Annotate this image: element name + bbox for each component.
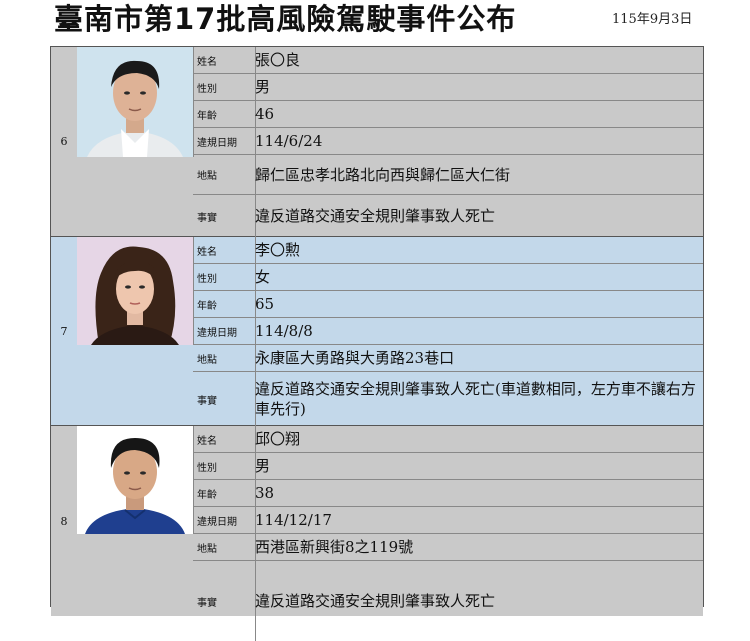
violation-facts: 違反道路交通安全規則肇事致人死亡(車道數相同，左方車不讓右方車先行) — [255, 380, 696, 418]
field-label: 年齡 — [193, 291, 256, 317]
field-location: 地點 歸仁區忠孝北路北向西與歸仁區大仁街 — [193, 155, 703, 195]
record-row: 8 姓名 邱〇翔 性別 男 年齡 38 違規日期 114/12/17 地點 西港… — [51, 426, 703, 641]
field-label: 性別 — [193, 264, 256, 290]
record-row: 7 姓名 李〇勲 性別 女 年齡 65 違規日期 114/8/8 地點 永康區大… — [51, 237, 703, 426]
incident-table: 6 姓名 張〇良 性別 男 年齡 46 違規日期 114/6/24 地點 歸仁區… — [50, 46, 704, 641]
field-gender: 性別 女 — [193, 264, 703, 291]
violation-date: 114/12/17 — [255, 511, 332, 529]
field-label: 年齡 — [193, 480, 256, 506]
driver-gender: 男 — [255, 457, 271, 475]
field-age: 年齡 38 — [193, 480, 703, 507]
field-label: 姓名 — [193, 237, 256, 263]
field-facts: 事實 違反道路交通安全規則肇事致人死亡 — [193, 561, 703, 641]
field-facts: 事實 違反道路交通安全規則肇事致人死亡 — [193, 195, 703, 237]
field-label: 事實 — [193, 561, 256, 641]
field-name: 姓名 李〇勲 — [193, 237, 703, 264]
field-date: 違規日期 114/8/8 — [193, 318, 703, 345]
violation-location: 永康區大勇路與大勇路23巷口 — [255, 349, 455, 367]
field-label: 姓名 — [193, 47, 256, 73]
field-name: 姓名 張〇良 — [193, 47, 703, 74]
field-gender: 性別 男 — [193, 453, 703, 480]
record-number: 6 — [60, 135, 68, 148]
publish-date: 115年9月3日 — [612, 12, 693, 27]
field-location: 地點 永康區大勇路與大勇路23巷口 — [193, 345, 703, 372]
violation-date: 114/8/8 — [255, 322, 313, 340]
violation-date: 114/6/24 — [255, 132, 323, 150]
driver-photo — [77, 426, 194, 534]
violation-location: 西港區新興街8之119號 — [255, 538, 414, 556]
driver-photo — [77, 237, 194, 345]
driver-age: 46 — [255, 105, 275, 123]
driver-name: 張〇良 — [255, 51, 301, 69]
field-location: 地點 西港區新興街8之119號 — [193, 534, 703, 561]
violation-facts: 違反道路交通安全規則肇事致人死亡 — [255, 592, 496, 610]
record-row: 6 姓名 張〇良 性別 男 年齡 46 違規日期 114/6/24 地點 歸仁區… — [51, 47, 703, 237]
field-label: 年齡 — [193, 101, 256, 127]
violation-location: 歸仁區忠孝北路北向西與歸仁區大仁街 — [255, 165, 511, 184]
field-age: 年齡 46 — [193, 101, 703, 128]
field-label: 性別 — [193, 453, 256, 479]
driver-age: 65 — [255, 295, 275, 313]
field-facts: 事實 違反道路交通安全規則肇事致人死亡(車道數相同，左方車不讓右方車先行) — [193, 372, 703, 426]
field-label: 違規日期 — [193, 507, 256, 533]
violation-facts: 違反道路交通安全規則肇事致人死亡 — [255, 207, 496, 225]
field-label: 地點 — [193, 155, 256, 194]
driver-name: 李〇勲 — [255, 241, 301, 259]
field-name: 姓名 邱〇翔 — [193, 426, 703, 453]
field-label: 違規日期 — [193, 128, 256, 154]
field-date: 違規日期 114/12/17 — [193, 507, 703, 534]
field-label: 性別 — [193, 74, 256, 100]
driver-name: 邱〇翔 — [255, 430, 301, 448]
field-label: 地點 — [193, 345, 256, 371]
record-number: 8 — [60, 514, 68, 528]
driver-age: 38 — [255, 484, 275, 502]
driver-gender: 女 — [255, 268, 271, 286]
field-label: 地點 — [193, 534, 256, 560]
field-gender: 性別 男 — [193, 74, 703, 101]
field-label: 違規日期 — [193, 318, 256, 344]
field-date: 違規日期 114/6/24 — [193, 128, 703, 155]
page-title: 臺南市第17批高風險駕駛事件公布 — [54, 2, 517, 36]
record-number: 7 — [60, 324, 68, 338]
driver-photo — [77, 47, 194, 157]
field-age: 年齡 65 — [193, 291, 703, 318]
driver-gender: 男 — [255, 78, 271, 96]
field-label: 姓名 — [193, 426, 256, 452]
field-label: 事實 — [193, 372, 256, 426]
field-label: 事實 — [193, 195, 256, 237]
